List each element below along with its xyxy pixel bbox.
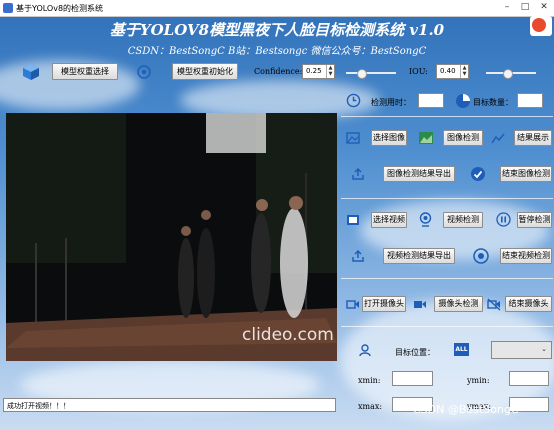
slider-handle[interactable]	[503, 69, 513, 79]
video-file-icon	[347, 215, 359, 225]
confidence-value: 0.25	[306, 67, 322, 75]
divider	[341, 278, 553, 279]
confidence-slider[interactable]	[346, 69, 396, 79]
iou-slider[interactable]	[486, 69, 536, 79]
all-badge-icon: ALL	[454, 343, 469, 356]
clock-icon	[346, 93, 361, 108]
close-camera-button[interactable]: 结束摄像头	[505, 296, 552, 312]
xmin-label: xmin:	[358, 376, 381, 385]
webcam-icon	[419, 212, 432, 227]
select-image-button[interactable]: 选择图像	[371, 130, 407, 146]
image-icon	[346, 132, 360, 144]
video-frame	[6, 113, 337, 361]
divider	[341, 326, 553, 327]
csdn-watermark: CSDN @BestSongC	[413, 403, 519, 416]
chevron-down-icon[interactable]: ⌄	[541, 345, 547, 353]
target-icon	[137, 65, 151, 79]
window-titlebar: 基于YOLOv8的检测系统 – □ ✕	[0, 0, 554, 17]
ymin-label: ymin:	[467, 376, 490, 385]
video-watermark: clideo.com	[242, 325, 334, 345]
spin-arrows-icon[interactable]: ▲ ▼	[326, 65, 334, 78]
minimize-icon[interactable]: –	[499, 1, 515, 14]
confidence-label: Confidence:	[254, 67, 303, 76]
pause-icon	[496, 212, 511, 227]
chart-icon	[491, 133, 505, 144]
status-bar: 成功打开视频！！！	[3, 398, 336, 412]
xmax-label: xmax:	[358, 402, 383, 411]
user-pin-icon	[359, 344, 371, 357]
select-video-button[interactable]: 选择视频	[371, 212, 407, 228]
page-title: 基于YOLOV8模型黑夜下人脸目标检测系统 v1.0	[109, 21, 445, 39]
ymin-field	[509, 371, 549, 386]
video-display	[6, 113, 337, 361]
divider	[341, 198, 553, 199]
divider	[341, 116, 553, 117]
status-message: 成功打开视频！！！	[7, 402, 70, 410]
photo-detect-icon	[419, 132, 433, 144]
camera-detect-button[interactable]: 摄像头检测	[434, 296, 483, 312]
end-image-button[interactable]: 结束图像检测	[500, 166, 552, 182]
iou-spinbox[interactable]: 0.40 ▲ ▼	[436, 64, 469, 79]
all-badge-text: ALL	[455, 346, 468, 353]
stop-circle-icon	[473, 248, 489, 264]
export-icon	[352, 249, 364, 262]
slider-handle[interactable]	[357, 69, 367, 79]
export-icon	[352, 167, 364, 180]
count-field	[517, 93, 543, 108]
video-export-button[interactable]: 视频检测结果导出	[383, 248, 455, 264]
show-result-button[interactable]: 结果展示	[514, 130, 552, 146]
page-subtitle: CSDN：BestSongC B站：Bestsongc 微信公众号：BestSo…	[127, 46, 427, 57]
target-combo[interactable]: ⌄	[491, 341, 552, 359]
window-title: 基于YOLOv8的检测系统	[16, 4, 104, 13]
end-video-button[interactable]: 结束视频检测	[500, 248, 552, 264]
model-select-button[interactable]: 模型权重选择	[52, 63, 118, 80]
app-icon	[3, 3, 13, 13]
xmin-field	[392, 371, 433, 386]
spin-arrows-icon[interactable]: ▲ ▼	[460, 65, 468, 78]
iou-value: 0.40	[440, 67, 456, 75]
camera-off-icon	[487, 298, 501, 311]
time-label: 检测用时：	[371, 98, 411, 107]
pause-detect-button[interactable]: 暂停检测	[517, 212, 552, 228]
camera-icon	[346, 300, 359, 309]
time-field	[418, 93, 444, 108]
confidence-spinbox[interactable]: 0.25 ▲ ▼	[302, 64, 335, 79]
close-icon[interactable]: ✕	[536, 1, 552, 14]
image-export-button[interactable]: 图像检测结果导出	[383, 166, 455, 182]
count-label: 目标数量：	[473, 98, 513, 107]
image-detect-button[interactable]: 图像检测	[443, 130, 483, 146]
camera-detect-icon	[414, 301, 426, 308]
cube-icon	[23, 64, 39, 80]
open-camera-button[interactable]: 打开摄像头	[362, 296, 406, 312]
check-circle-icon	[471, 167, 485, 181]
iou-label: IOU:	[409, 67, 428, 76]
maximize-icon[interactable]: □	[517, 1, 533, 14]
video-detect-button[interactable]: 视频检测	[443, 212, 483, 228]
model-init-button[interactable]: 模型权重初始化	[172, 63, 238, 80]
target-position-label: 目标位置：	[395, 348, 435, 357]
pie-icon	[456, 94, 470, 108]
